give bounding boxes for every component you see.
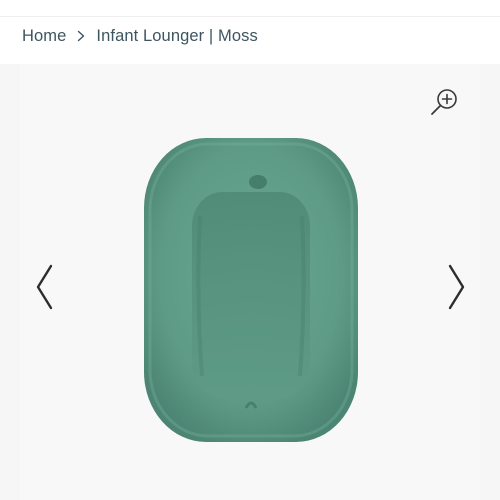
chevron-right-icon [74,29,88,43]
breadcrumb-home-link[interactable]: Home [22,27,66,46]
product-image-infant-lounger [140,136,362,446]
zoom-in-icon[interactable] [428,86,462,120]
chevron-right-icon [448,264,465,310]
top-header-bar [0,0,500,17]
breadcrumb: Home Infant Lounger | Moss [22,25,258,47]
previous-image-button[interactable] [32,263,58,311]
breadcrumb-current-page: Infant Lounger | Moss [96,26,258,45]
next-image-button[interactable] [443,263,469,311]
chevron-left-icon [36,264,53,310]
